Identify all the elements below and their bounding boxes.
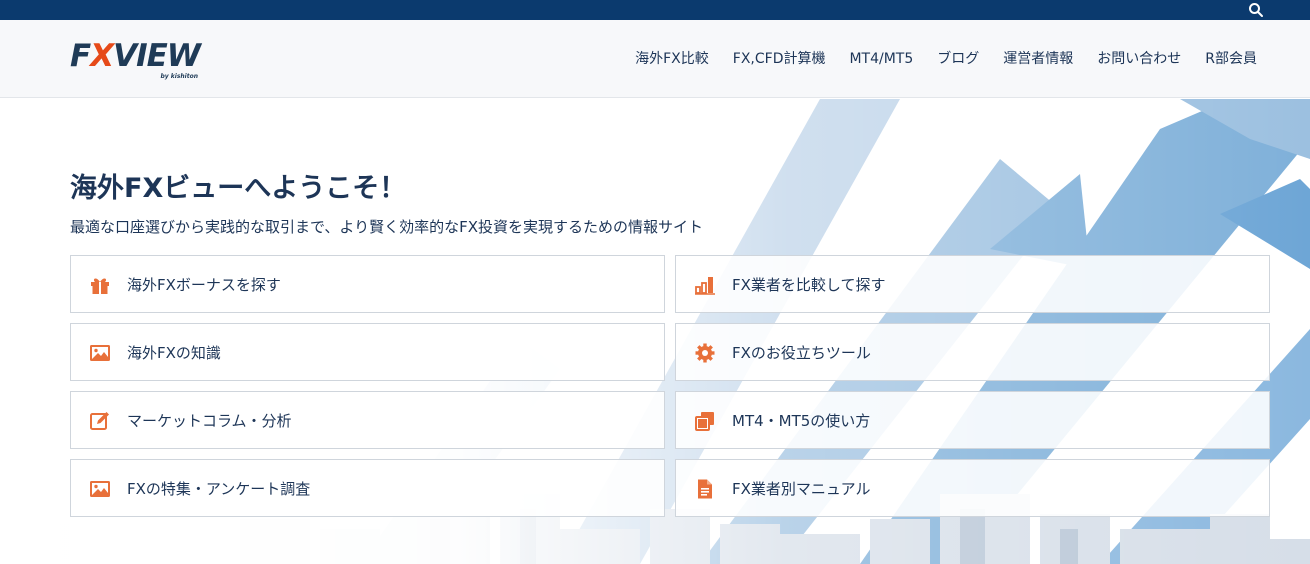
document-icon xyxy=(694,478,716,500)
search-icon[interactable] xyxy=(1248,2,1264,18)
image-icon xyxy=(89,478,111,500)
top-bar xyxy=(0,0,1310,20)
site-logo[interactable]: FXVIEW by kishiton xyxy=(70,40,206,80)
card-features-survey[interactable]: FXの特集・アンケート調査 xyxy=(70,459,665,517)
card-broker-manuals[interactable]: FX業者別マニュアル xyxy=(675,459,1270,517)
nav-item-operator-info[interactable]: 運営者情報 xyxy=(1003,49,1073,69)
logo-tagline: by kishiton xyxy=(160,73,198,80)
nav-item-mt4-mt5[interactable]: MT4/MT5 xyxy=(849,49,913,69)
bar-chart-icon xyxy=(694,274,716,296)
card-label: FXの特集・アンケート調査 xyxy=(127,480,311,498)
nav-item-calculator[interactable]: FX,CFD計算機 xyxy=(733,49,826,69)
card-bonus[interactable]: 海外FXボーナスを探す xyxy=(70,255,665,313)
logo-wordmark: FXVIEW xyxy=(70,38,201,74)
gift-icon xyxy=(89,274,111,296)
nav-item-fx-compare[interactable]: 海外FX比較 xyxy=(635,49,709,69)
card-label: 海外FXボーナスを探す xyxy=(127,276,281,294)
card-compare-brokers[interactable]: FX業者を比較して探す xyxy=(675,255,1270,313)
card-label: マーケットコラム・分析 xyxy=(127,412,292,430)
card-label: FX業者別マニュアル xyxy=(732,480,871,498)
card-mt4-mt5-guide[interactable]: MT4・MT5の使い方 xyxy=(675,391,1270,449)
copy-icon xyxy=(694,410,716,432)
hero-section: 海外FXビューへようこそ！ 最適な口座選びから実践的な取引まで、より賢く効率的な… xyxy=(0,99,1310,564)
gear-icon xyxy=(694,342,716,364)
edit-icon xyxy=(89,410,111,432)
card-knowledge[interactable]: 海外FXの知識 xyxy=(70,323,665,381)
page-subtitle: 最適な口座選びから実践的な取引まで、より賢く効率的なFX投資を実現するための情報… xyxy=(70,218,704,236)
nav-item-blog[interactable]: ブログ xyxy=(937,49,979,69)
card-tools[interactable]: FXのお役立ちツール xyxy=(675,323,1270,381)
card-label: 海外FXの知識 xyxy=(127,344,221,362)
card-label: MT4・MT5の使い方 xyxy=(732,412,871,430)
page-title: 海外FXビューへようこそ！ xyxy=(70,173,407,204)
nav-item-contact[interactable]: お問い合わせ xyxy=(1097,49,1181,69)
main-nav: 海外FX比較 FX,CFD計算機 MT4/MT5 ブログ 運営者情報 お問い合わ… xyxy=(635,49,1257,69)
card-label: FX業者を比較して探す xyxy=(732,276,886,294)
nav-item-r-members[interactable]: R部会員 xyxy=(1205,49,1257,69)
image-icon xyxy=(89,342,111,364)
site-header: FXVIEW by kishiton 海外FX比較 FX,CFD計算機 MT4/… xyxy=(0,20,1310,98)
card-label: FXのお役立ちツール xyxy=(732,344,871,362)
card-market-column[interactable]: マーケットコラム・分析 xyxy=(70,391,665,449)
